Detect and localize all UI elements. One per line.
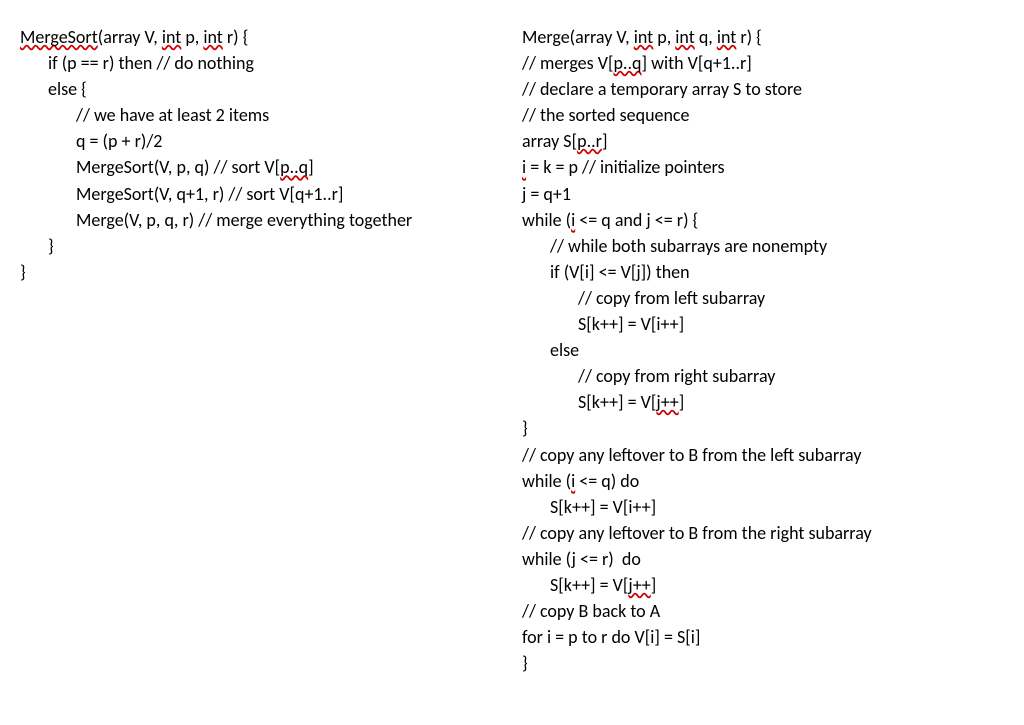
- code-line: if (p == r) then // do nothing: [20, 50, 502, 76]
- code-line: while (i <= q) do: [522, 468, 1004, 494]
- code-line: // while both subarrays are nonempty: [522, 233, 1004, 259]
- code-line: if (V[i] <= V[j]) then: [522, 259, 1004, 285]
- code-line: // copy from left subarray: [522, 285, 1004, 311]
- code-line: // we have at least 2 items: [20, 102, 502, 128]
- code-line: // copy from right subarray: [522, 363, 1004, 389]
- code-line: // copy any leftover to B from the right…: [522, 520, 1004, 546]
- code-line: i = k = p // initialize pointers: [522, 154, 1004, 180]
- func-name: MergeSort: [20, 26, 98, 48]
- code-line: while (i <= q and j <= r) {: [522, 207, 1004, 233]
- code-line: MergeSort(V, q+1, r) // sort V[q+1..r]: [20, 181, 502, 207]
- code-line: }: [20, 259, 502, 285]
- code-line: S[k++] = V[j++]: [522, 389, 1004, 415]
- code-line: }: [522, 415, 1004, 441]
- code-line: S[k++] = V[i++]: [522, 311, 1004, 337]
- code-line: S[k++] = V[i++]: [522, 494, 1004, 520]
- code-line: // declare a temporary array S to store: [522, 76, 1004, 102]
- code-line: // copy any leftover to B from the left …: [522, 442, 1004, 468]
- code-line: MergeSort(V, p, q) // sort V[p..q]: [20, 154, 502, 180]
- code-line: Merge(array V, int p, int q, int r) {: [522, 24, 1004, 50]
- code-line: // merges V[p..q] with V[q+1..r]: [522, 50, 1004, 76]
- code-line: MergeSort(array V, int p, int r) {: [20, 24, 502, 50]
- code-line: }: [20, 233, 502, 259]
- code-line: Merge(V, p, q, r) // merge everything to…: [20, 207, 502, 233]
- code-line: // the sorted sequence: [522, 102, 1004, 128]
- code-line: while (j <= r) do: [522, 546, 1004, 572]
- code-line: // copy B back to A: [522, 598, 1004, 624]
- code-line: for i = p to r do V[i] = S[i]: [522, 624, 1004, 650]
- code-line: array S[p..r]: [522, 128, 1004, 154]
- code-line: else: [522, 337, 1004, 363]
- code-line: else {: [20, 76, 502, 102]
- code-line: q = (p + r)/2: [20, 128, 502, 154]
- code-line: j = q+1: [522, 181, 1004, 207]
- code-line: }: [522, 650, 1004, 676]
- code-line: S[k++] = V[j++]: [522, 572, 1004, 598]
- mergesort-code-block: MergeSort(array V, int p, int r) { if (p…: [20, 24, 512, 701]
- merge-code-block: Merge(array V, int p, int q, int r) { //…: [512, 24, 1004, 701]
